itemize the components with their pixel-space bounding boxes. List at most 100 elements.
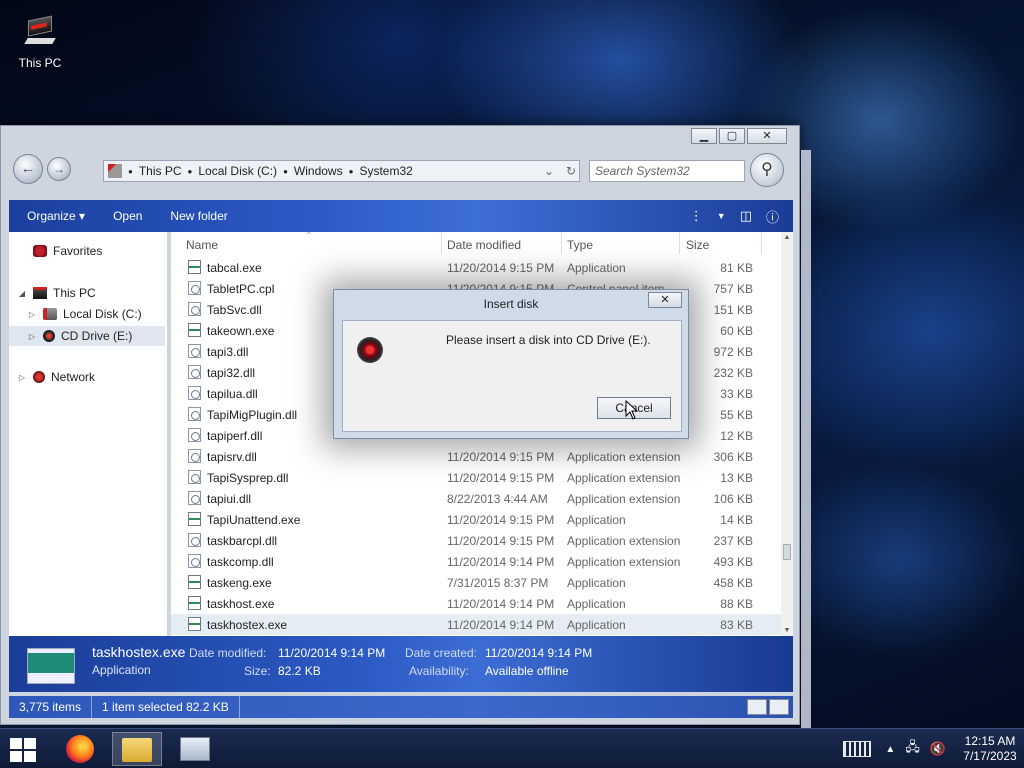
start-button[interactable] xyxy=(10,738,38,762)
breadcrumb-separator-icon[interactable]: ● xyxy=(128,167,133,176)
column-type[interactable]: Type xyxy=(567,238,593,252)
large-icons-view-icon[interactable] xyxy=(769,699,789,715)
file-row[interactable]: taskhost.exe 11/20/2014 9:14 PM Applicatio… xyxy=(171,593,781,614)
view-dropdown-icon[interactable]: ▼ xyxy=(717,211,726,221)
file-row[interactable]: taskhostex.exe 11/20/2014 9:14 PM Applicat… xyxy=(171,614,781,635)
expand-arrow-icon[interactable]: ▷ xyxy=(27,332,37,341)
taskbar-firefox[interactable] xyxy=(55,732,105,766)
vertical-scrollbar[interactable]: ▲ ▼ xyxy=(781,232,793,636)
refresh-icon[interactable]: ↻ xyxy=(563,164,579,178)
minimize-button[interactable]: ▁ xyxy=(691,128,717,144)
file-row[interactable]: tapisrv.dll 11/20/2014 9:15 PM Application… xyxy=(171,446,781,467)
file-row[interactable]: taskcomp.dll 11/20/2014 9:14 PM Applicatio… xyxy=(171,551,781,572)
network-status-icon[interactable]: 🖧 xyxy=(905,738,920,760)
favorites-icon xyxy=(33,245,47,257)
breadcrumb-this-pc[interactable]: This PC xyxy=(139,164,182,178)
view-options-icon[interactable]: ⋮ xyxy=(690,208,703,224)
this-pc-icon xyxy=(22,12,58,52)
nav-network[interactable]: ▷ Network xyxy=(17,370,95,384)
search-input[interactable]: Search System32 xyxy=(589,160,745,182)
clock-time: 12:15 AM xyxy=(964,734,1016,748)
breadcrumb-system32[interactable]: System32 xyxy=(359,164,412,178)
file-type: Application extension xyxy=(567,450,681,464)
file-date: 11/20/2014 9:15 PM xyxy=(447,471,555,485)
size-value: 82.2 KB xyxy=(278,664,321,678)
file-size: 13 KB xyxy=(720,471,753,485)
file-name: tapiperf.dll xyxy=(207,429,263,443)
file-date: 11/20/2014 9:15 PM xyxy=(447,261,555,275)
breadcrumb-windows[interactable]: Windows xyxy=(294,164,343,178)
local-disk-icon xyxy=(43,308,57,320)
file-date: 8/22/2013 4:44 AM xyxy=(447,492,548,506)
file-row[interactable]: tapiui.dll 8/22/2013 4:44 AM Application e… xyxy=(171,488,781,509)
clock[interactable]: 12:15 AM 7/17/2023 xyxy=(956,734,1024,764)
back-button[interactable]: ← xyxy=(13,154,43,184)
window-titlebar[interactable]: ▁ ▢ ✕ xyxy=(1,126,799,148)
file-size: 88 KB xyxy=(720,597,753,611)
column-name[interactable]: Name xyxy=(186,238,218,252)
expand-arrow-icon[interactable]: ▷ xyxy=(27,310,37,319)
file-name: TabSvc.dll xyxy=(207,303,262,317)
extension-file-icon xyxy=(188,302,201,316)
column-size[interactable]: Size xyxy=(686,238,709,252)
file-row[interactable]: tabcal.exe 11/20/2014 9:15 PM Application 8… xyxy=(171,257,781,278)
collapse-arrow-icon[interactable]: ◢ xyxy=(17,289,27,298)
extension-file-icon xyxy=(188,470,201,484)
extension-file-icon xyxy=(188,428,201,442)
show-hidden-icons-icon[interactable]: ▲ xyxy=(885,744,895,755)
scroll-down-icon[interactable]: ▼ xyxy=(781,627,793,634)
file-size: 83 KB xyxy=(720,618,753,632)
search-button[interactable]: ⚲ xyxy=(750,153,784,187)
maximize-button[interactable]: ▢ xyxy=(719,128,745,144)
file-explorer-icon xyxy=(122,738,152,762)
volume-muted-icon[interactable]: 🔇 xyxy=(930,741,946,757)
address-bar[interactable]: ● This PC ● Local Disk (C:) ● Windows ● … xyxy=(103,160,580,182)
breadcrumb-separator-icon[interactable]: ● xyxy=(188,167,193,176)
taskbar-performance-monitor[interactable] xyxy=(170,732,220,766)
nav-favorites[interactable]: Favorites xyxy=(17,244,102,258)
file-size: 33 KB xyxy=(720,387,753,401)
column-date-modified[interactable]: Date modified xyxy=(447,238,521,252)
file-row[interactable]: TapiUnattend.exe 11/20/2014 9:15 PM Applic… xyxy=(171,509,781,530)
details-view-icon[interactable] xyxy=(747,699,767,715)
address-location-icon xyxy=(108,164,122,178)
scroll-thumb[interactable] xyxy=(783,544,791,560)
nav-local-disk[interactable]: ▷ Local Disk (C:) xyxy=(27,307,142,321)
extension-file-icon xyxy=(188,533,201,547)
preview-pane-icon[interactable]: ◫ xyxy=(740,208,752,224)
file-row[interactable]: taskbarcpl.dll 11/20/2014 9:15 PM Applicat… xyxy=(171,530,781,551)
file-row[interactable]: taskeng.exe 7/31/2015 8:37 PM Application 4… xyxy=(171,572,781,593)
breadcrumb-separator-icon[interactable]: ● xyxy=(283,167,288,176)
expand-arrow-icon[interactable]: ▷ xyxy=(17,373,27,382)
desktop-icon-label: This PC xyxy=(18,56,62,70)
file-size: 81 KB xyxy=(720,261,753,275)
open-button[interactable]: Open xyxy=(99,209,156,223)
file-type: Application extension xyxy=(567,471,681,485)
application-file-icon xyxy=(188,617,201,631)
file-type: Application xyxy=(567,597,626,611)
file-type: Application xyxy=(567,618,626,632)
breadcrumb-separator-icon[interactable]: ● xyxy=(349,167,354,176)
selection-info: 1 item selected 82.2 KB xyxy=(92,696,240,718)
address-dropdown-icon[interactable]: ⌄ xyxy=(541,164,557,178)
monitor-icon xyxy=(180,737,210,761)
help-icon[interactable]: ⓘ xyxy=(766,207,779,226)
file-size: 12 KB xyxy=(720,429,753,443)
breadcrumb-local-disk[interactable]: Local Disk (C:) xyxy=(198,164,277,178)
file-row[interactable]: TapiSysprep.dll 11/20/2014 9:15 PM Applica… xyxy=(171,467,781,488)
forward-button[interactable]: → xyxy=(47,157,71,181)
organize-button[interactable]: Organize ▾ xyxy=(9,209,99,223)
nav-cd-drive[interactable]: ▷ CD Drive (E:) xyxy=(9,326,165,346)
new-folder-button[interactable]: New folder xyxy=(156,209,241,223)
dialog-close-button[interactable]: ✕ xyxy=(648,292,682,308)
nav-this-pc[interactable]: ◢ This PC xyxy=(17,286,96,300)
file-type: Application extension xyxy=(567,555,681,569)
scroll-up-icon[interactable]: ▲ xyxy=(781,234,793,241)
availability-label: Availability: xyxy=(409,664,469,678)
desktop-icon-this-pc[interactable]: This PC xyxy=(12,12,68,70)
close-button[interactable]: ✕ xyxy=(747,128,787,144)
taskbar-file-explorer[interactable] xyxy=(112,732,162,766)
command-bar: Organize ▾ Open New folder ⋮ ▼ ◫ ⓘ xyxy=(9,200,793,232)
touch-keyboard-icon[interactable] xyxy=(843,741,872,757)
search-icon: ⚲ xyxy=(761,161,773,178)
